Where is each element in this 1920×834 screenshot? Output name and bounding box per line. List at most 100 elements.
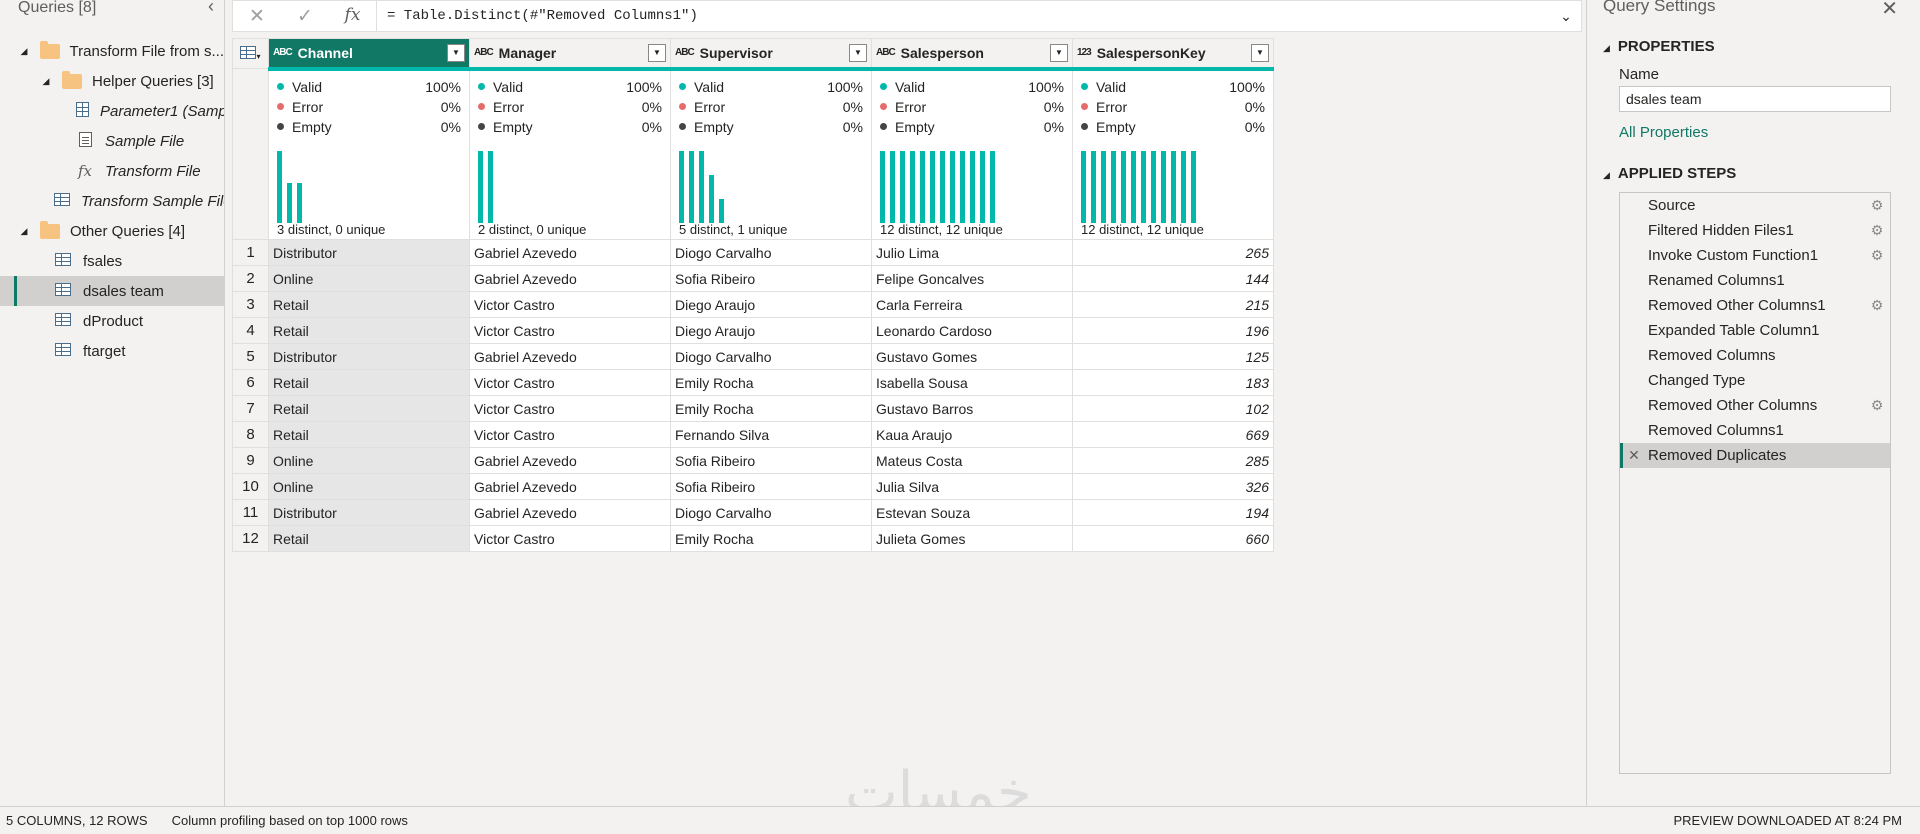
properties-section[interactable]: ◢ PROPERTIES <box>1603 38 1715 55</box>
table-cell[interactable]: 183 <box>1072 369 1274 396</box>
commit-formula-icon[interactable]: ✓ <box>281 5 329 28</box>
table-cell[interactable]: Julio Lima <box>871 239 1073 266</box>
row-number[interactable]: 10 <box>232 473 269 500</box>
all-properties-link[interactable]: All Properties <box>1619 124 1708 141</box>
query-item[interactable]: fsales <box>0 246 224 276</box>
table-cell[interactable]: Diego Araujo <box>670 317 872 344</box>
distribution-bar[interactable] <box>960 150 965 223</box>
table-cell[interactable]: Victor Castro <box>469 421 671 448</box>
distribution-chart[interactable] <box>679 150 859 223</box>
column-header[interactable]: 123 SalespersonKey ▼ <box>1072 38 1274 71</box>
applied-step[interactable]: Source ⚙ <box>1620 193 1890 218</box>
table-cell[interactable]: Victor Castro <box>469 317 671 344</box>
row-number[interactable]: 8 <box>232 421 269 448</box>
distribution-bar[interactable] <box>1191 150 1196 223</box>
distribution-bar[interactable] <box>920 150 925 223</box>
table-cell[interactable]: Isabella Sousa <box>871 369 1073 396</box>
column-type-icon[interactable]: ABC <box>675 47 695 58</box>
table-cell[interactable]: Felipe Goncalves <box>871 265 1073 292</box>
column-header[interactable]: ABC Salesperson ▼ <box>871 38 1073 71</box>
table-cell[interactable]: 194 <box>1072 499 1274 526</box>
table-cell[interactable]: Kaua Araujo <box>871 421 1073 448</box>
table-cell[interactable]: Julia Silva <box>871 473 1073 500</box>
table-cell[interactable]: Online <box>268 473 470 500</box>
distribution-bar[interactable] <box>1101 150 1106 223</box>
distribution-chart[interactable] <box>880 150 1060 223</box>
table-cell[interactable]: Fernando Silva <box>670 421 872 448</box>
distribution-bar[interactable] <box>890 150 895 223</box>
distribution-bar[interactable] <box>297 182 302 223</box>
close-icon[interactable]: ✕ <box>1881 0 1898 21</box>
column-type-icon[interactable]: ABC <box>876 47 896 58</box>
table-cell[interactable]: Diogo Carvalho <box>670 343 872 370</box>
distribution-bar[interactable] <box>689 150 694 223</box>
column-filter-dropdown-icon[interactable]: ▼ <box>849 43 867 62</box>
distribution-bar[interactable] <box>1151 150 1156 223</box>
applied-step[interactable]: ✕ Removed Duplicates <box>1620 443 1890 468</box>
profiling-mode[interactable]: Column profiling based on top 1000 rows <box>172 813 408 828</box>
distribution-bar[interactable] <box>970 150 975 223</box>
column-header[interactable]: ABC Supervisor ▼ <box>670 38 872 71</box>
applied-step[interactable]: Removed Other Columns ⚙ <box>1620 393 1890 418</box>
table-cell[interactable]: 196 <box>1072 317 1274 344</box>
table-cell[interactable]: Diogo Carvalho <box>670 499 872 526</box>
column-filter-dropdown-icon[interactable]: ▼ <box>1050 43 1068 62</box>
table-cell[interactable]: Sofia Ribeiro <box>670 473 872 500</box>
row-number[interactable]: 2 <box>232 265 269 292</box>
cancel-formula-icon[interactable]: ✕ <box>233 5 281 28</box>
distribution-bar[interactable] <box>990 150 995 223</box>
applied-step[interactable]: Invoke Custom Function1 ⚙ <box>1620 243 1890 268</box>
table-cell[interactable]: Leonardo Cardoso <box>871 317 1073 344</box>
distribution-bar[interactable] <box>679 150 684 223</box>
distribution-bar[interactable] <box>287 182 292 223</box>
table-cell[interactable]: Gabriel Azevedo <box>469 473 671 500</box>
table-cell[interactable]: Emily Rocha <box>670 369 872 396</box>
distribution-bar[interactable] <box>699 150 704 223</box>
query-item[interactable]: Sample File <box>0 126 224 156</box>
applied-step[interactable]: Filtered Hidden Files1 ⚙ <box>1620 218 1890 243</box>
table-cell[interactable]: Gustavo Barros <box>871 395 1073 422</box>
row-number[interactable]: 7 <box>232 395 269 422</box>
table-cell[interactable]: Online <box>268 447 470 474</box>
distribution-chart[interactable] <box>478 150 658 223</box>
table-cell[interactable]: Retail <box>268 291 470 318</box>
column-header[interactable]: ABC Channel ▼ <box>268 38 470 71</box>
distribution-bar[interactable] <box>900 150 905 223</box>
table-cell[interactable]: Mateus Costa <box>871 447 1073 474</box>
applied-step[interactable]: Removed Other Columns1 ⚙ <box>1620 293 1890 318</box>
gear-icon[interactable]: ⚙ <box>1864 297 1890 314</box>
applied-step[interactable]: Removed Columns1 <box>1620 418 1890 443</box>
distribution-bar[interactable] <box>277 150 282 223</box>
distribution-bar[interactable] <box>709 174 714 223</box>
table-cell[interactable]: Gustavo Gomes <box>871 343 1073 370</box>
distribution-bar[interactable] <box>1081 150 1086 223</box>
table-cell[interactable]: 326 <box>1072 473 1274 500</box>
table-cell[interactable]: Gabriel Azevedo <box>469 447 671 474</box>
query-item[interactable]: ◢ Transform File from s... <box>0 36 224 66</box>
table-cell[interactable]: Distributor <box>268 239 470 266</box>
distribution-bar[interactable] <box>1161 150 1166 223</box>
column-type-icon[interactable]: ABC <box>474 47 494 58</box>
table-cell[interactable]: Victor Castro <box>469 369 671 396</box>
table-cell[interactable]: 125 <box>1072 343 1274 370</box>
table-cell[interactable]: 215 <box>1072 291 1274 318</box>
distribution-chart[interactable] <box>277 150 457 223</box>
distribution-bar[interactable] <box>1171 150 1176 223</box>
expand-triangle-icon[interactable]: ◢ <box>18 226 30 237</box>
query-item[interactable]: ftarget <box>0 336 224 366</box>
table-cell[interactable]: Retail <box>268 421 470 448</box>
table-cell[interactable]: Victor Castro <box>469 291 671 318</box>
row-number[interactable]: 1 <box>232 239 269 266</box>
table-cell[interactable]: Sofia Ribeiro <box>670 447 872 474</box>
distribution-bar[interactable] <box>910 150 915 223</box>
distribution-chart[interactable] <box>1081 150 1261 223</box>
table-cell[interactable]: Retail <box>268 317 470 344</box>
distribution-bar[interactable] <box>930 150 935 223</box>
table-cell[interactable]: 285 <box>1072 447 1274 474</box>
table-cell[interactable]: Emily Rocha <box>670 395 872 422</box>
table-cell[interactable]: Gabriel Azevedo <box>469 499 671 526</box>
gear-icon[interactable]: ⚙ <box>1864 397 1890 414</box>
table-cell[interactable]: Gabriel Azevedo <box>469 343 671 370</box>
formula-input[interactable]: = Table.Distinct(#"Removed Columns1") <box>377 8 1551 24</box>
table-cell[interactable]: Retail <box>268 369 470 396</box>
